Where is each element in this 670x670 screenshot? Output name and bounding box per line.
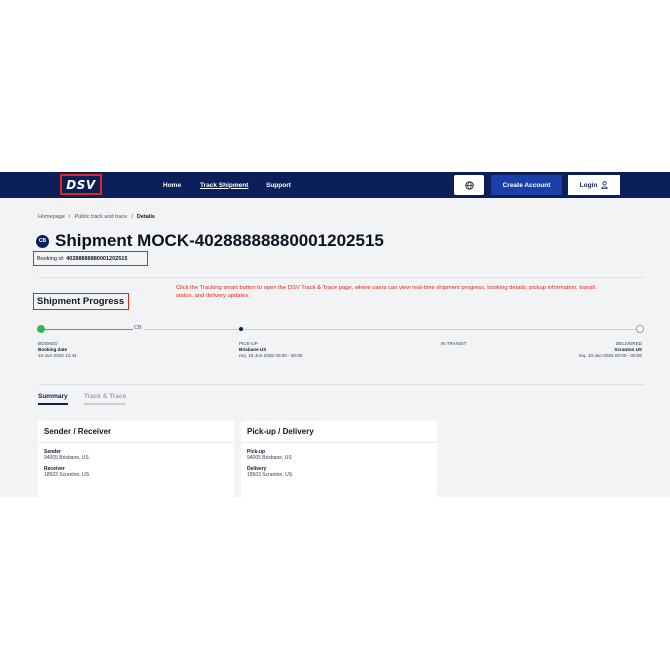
stage-sub-value: 10-Jun-2026 12:44 <box>38 353 77 358</box>
divider <box>38 277 644 278</box>
stage-booked: BOOKED Booking date 10-Jun-2026 12:44 <box>38 341 77 359</box>
nav-track-shipment-link[interactable]: Track Shipment <box>200 172 248 198</box>
receiver-value: 18503 Scranton, US <box>44 472 90 479</box>
progress-line-remaining <box>144 329 640 330</box>
user-icon <box>601 181 609 189</box>
login-label: Login <box>579 181 598 189</box>
divider <box>38 384 644 385</box>
tab-summary[interactable]: Summary <box>38 393 68 405</box>
card-title: Sender / Receiver <box>38 421 234 443</box>
breadcrumb-separator: / <box>68 214 71 220</box>
progress-dot-booked <box>37 325 45 333</box>
pickup-delivery-card: Pick-up / Delivery Pick-up 94005 Brisban… <box>241 421 437 497</box>
card-title: Pick-up / Delivery <box>241 421 437 443</box>
booking-id-label: Booking id: <box>37 255 65 262</box>
annotation-note: Click the Tracking smart button to open … <box>176 285 596 299</box>
language-button[interactable] <box>454 175 484 195</box>
sender-receiver-card: Sender / Receiver Sender 94005 Brisbane,… <box>38 421 234 497</box>
logo-text: DSV <box>66 177 96 192</box>
progress-dot-pickup <box>239 327 243 331</box>
breadcrumb-current: Details <box>136 214 155 220</box>
globe-icon <box>464 180 474 190</box>
breadcrumb-public-track[interactable]: Public track and trace <box>74 214 127 220</box>
booking-id-value: 40288888880001202515 <box>66 255 128 262</box>
shipment-title-row: CB Shipment MOCK-40288888880001202515 <box>36 231 384 251</box>
pickup-value: 94005 Brisbane, US <box>247 455 292 462</box>
nav-home-link[interactable]: Home <box>163 172 181 198</box>
top-navigation-bar: DSV Home Track Shipment Support Create A… <box>0 172 670 198</box>
delivery-value: 18503 Scranton, US <box>247 472 293 479</box>
page-title: Shipment MOCK-40288888880001202515 <box>55 231 384 250</box>
stage-label: IN TRANSIT <box>441 341 467 346</box>
truck-icon: CB <box>134 325 142 331</box>
stage-in-transit: IN TRANSIT <box>441 341 466 347</box>
breadcrumb-homepage[interactable]: Homepage <box>38 214 65 220</box>
shipment-details-content: Homepage / Public track and trace / Deta… <box>0 198 670 497</box>
booking-id: Booking id: 40288888880001202515 <box>33 251 148 266</box>
stage-sub-value: req. 10-Jun-2026 00:00 - 00:00 <box>578 353 642 358</box>
sender-value: 94005 Brisbane, US <box>44 455 89 462</box>
breadcrumb: Homepage / Public track and trace / Deta… <box>38 214 155 220</box>
stage-pickup: PICK-UP Brisbane US req. 10-Jun-2026 00:… <box>239 341 302 359</box>
nav-support-link[interactable]: Support <box>266 172 291 198</box>
card-body: Pick-up 94005 Brisbane, US Delivery 1850… <box>241 443 437 489</box>
stage-delivered: DELIVERED Scranton US req. 10-Jun-2026 0… <box>579 341 642 359</box>
shipment-progress-heading: Shipment Progress <box>33 293 129 310</box>
page: DSV Home Track Shipment Support Create A… <box>0 0 670 670</box>
carrier-badge-icon: CB <box>36 234 49 248</box>
card-body: Sender 94005 Brisbane, US Receiver 18503… <box>38 443 234 489</box>
dsv-logo[interactable]: DSV <box>60 174 102 195</box>
login-button[interactable]: Login <box>568 175 620 195</box>
tab-track-trace[interactable]: Track & Trace <box>84 393 127 405</box>
create-account-button[interactable]: Create Account <box>491 175 562 195</box>
progress-dot-delivered <box>636 325 644 333</box>
progress-line-completed <box>41 328 133 330</box>
stage-sub-value: req. 10-Jun-2026 00:00 - 00:00 <box>239 353 303 358</box>
breadcrumb-separator: / <box>131 214 133 220</box>
